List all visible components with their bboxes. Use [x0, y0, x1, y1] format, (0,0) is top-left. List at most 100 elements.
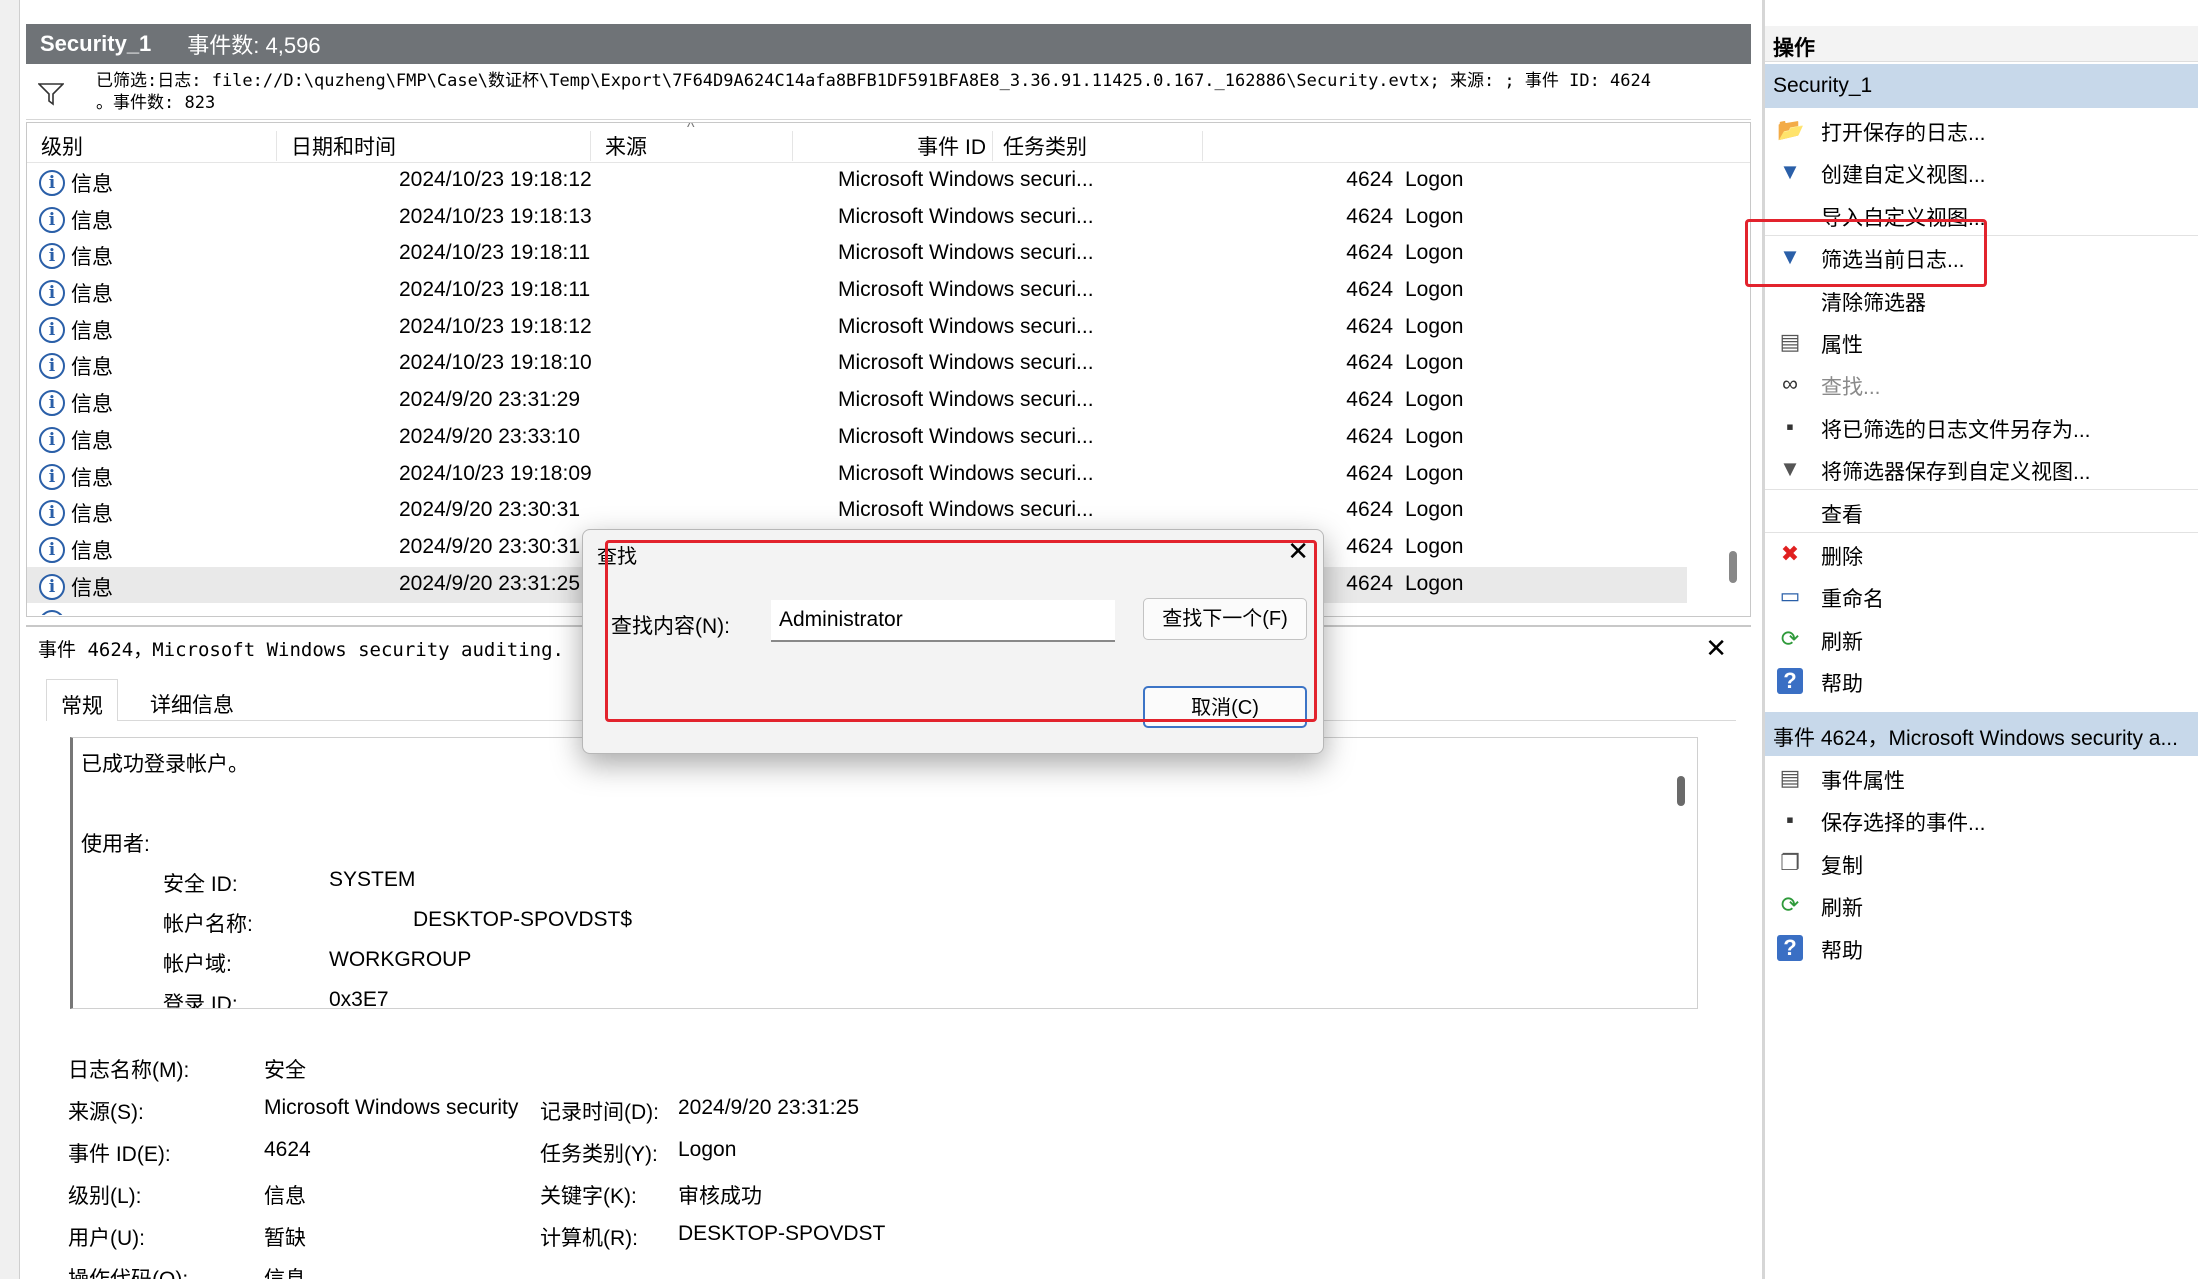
cell-level: 信息 — [71, 319, 113, 343]
action-item[interactable]: ▤ 属性 — [1765, 320, 2198, 362]
actions-section-log[interactable]: Security_1 — [1765, 64, 2198, 108]
action-item[interactable]: ⟳ 刷新 — [1765, 617, 2198, 659]
cell-source: Microsoft Windows securi... — [838, 278, 1094, 302]
cell-level: 信息 — [71, 356, 113, 380]
event-message-box[interactable]: 已成功登录帐户。 使用者: 安全 ID: SYSTEM 帐户名称: DESKTO… — [70, 737, 1698, 1009]
action-label: 帮助 — [1821, 939, 1863, 963]
cell-task: Logon — [1405, 424, 1464, 448]
prop-level: 信息 — [264, 1185, 306, 1208]
prop-opcode-label: 操作代码(O): — [68, 1263, 188, 1279]
open-folder-icon: 📂 — [1777, 117, 1805, 142]
table-row[interactable]: i 信息 2024/10/23 19:18:12 Microsoft Windows … — [27, 310, 1687, 347]
cell-level: 信息 — [71, 429, 113, 453]
action-item[interactable]: ▪ 保存选择的事件... — [1765, 798, 2198, 840]
action-item[interactable]: ? 帮助 — [1765, 926, 2198, 968]
action-item[interactable]: ⟳ 刷新 — [1765, 883, 2198, 925]
message-scrollbar-thumb[interactable] — [1677, 776, 1685, 806]
cell-task: Logon — [1405, 204, 1464, 228]
close-icon[interactable]: ✕ — [1705, 633, 1727, 664]
action-label: 创建自定义视图... — [1821, 164, 1986, 188]
prop-user: 暂缺 — [264, 1227, 306, 1250]
column-task[interactable]: 任务类别 — [993, 131, 1203, 161]
table-row[interactable]: i 信息 2024/10/23 19:18:10 Microsoft Windows … — [27, 346, 1687, 383]
info-icon: i — [39, 170, 65, 196]
grid-scrollbar-thumb[interactable] — [1729, 551, 1737, 583]
action-label: 查找... — [1821, 376, 1881, 400]
cell-task: Logon — [1405, 388, 1464, 412]
tab-details[interactable]: 详细信息 — [136, 679, 248, 721]
table-row[interactable]: i 信息 2024/10/23 19:18:09 Microsoft Windows … — [27, 457, 1687, 494]
table-row[interactable]: i 信息 2024/9/20 23:33:10 Microsoft Windows s… — [27, 420, 1687, 457]
properties-icon: ▤ — [1779, 765, 1801, 790]
cell-datetime: 2024/9/20 23:33:10 — [399, 424, 581, 448]
action-item[interactable]: ? 帮助 — [1765, 659, 2198, 701]
logon-id-value: 0x3E7 — [329, 988, 389, 1009]
action-item[interactable]: ▪ 将已筛选的日志文件另存为... — [1765, 405, 2198, 447]
cell-source: Microsoft Windows securi... — [838, 498, 1094, 522]
info-icon: i — [39, 610, 65, 616]
action-item[interactable]: ▭ 重命名 — [1765, 574, 2198, 616]
cell-level: 信息 — [71, 466, 113, 490]
info-icon: i — [39, 280, 65, 307]
column-event-id[interactable]: 事件 ID — [793, 131, 993, 161]
action-item[interactable]: 查看 — [1765, 490, 2198, 532]
cell-task: Logon — [1405, 461, 1464, 485]
navigation-tree-edge[interactable] — [0, 0, 20, 1279]
action-label: 查看 — [1821, 503, 1863, 527]
cell-datetime: 2024/9/20 23:31:29 — [399, 388, 581, 412]
action-label: 将已筛选的日志文件另存为... — [1821, 418, 2091, 442]
help-icon: ? — [1777, 934, 1803, 961]
refresh-icon: ⟳ — [1780, 625, 1800, 651]
prop-user-label: 用户(U): — [68, 1227, 145, 1250]
prop-task-label: 任务类别(Y): — [540, 1143, 658, 1166]
actions-pane: 操作 Security_1 📂 打开保存的日志... ▼ 创建自定义视图... 导入自定… — [1762, 0, 2198, 1279]
cell-task: Logon — [1405, 241, 1464, 265]
highlight-filter-action — [1745, 219, 1987, 287]
cell-event-id: 4624 — [1346, 424, 1393, 448]
action-label: 重命名 — [1821, 588, 1884, 612]
filter-description: 已筛选:日志: file://D:\quzheng\FMP\Case\数证杯\T… — [96, 71, 1652, 113]
column-level[interactable]: 级别 — [27, 131, 277, 161]
prop-log-name: 安全 — [264, 1059, 306, 1082]
cell-datetime: 2024/10/23 19:18:09 — [399, 461, 592, 485]
info-icon: i — [39, 316, 65, 343]
actions-section-event[interactable]: 事件 4624，Microsoft Windows security a... — [1765, 712, 2198, 756]
table-row[interactable]: i 信息 2024/9/20 23:30:31 Microsoft Windows s… — [27, 493, 1687, 530]
cell-level: 信息 — [71, 246, 113, 270]
cell-source: Microsoft Windows securi... — [838, 461, 1094, 485]
column-datetime[interactable]: 日期和时间 — [277, 131, 591, 161]
table-row[interactable]: i 信息 2024/10/23 19:18:11 Microsoft Windows … — [27, 273, 1687, 310]
cell-event-id: 4624 — [1346, 461, 1393, 485]
cell-event-id: 4624 — [1346, 278, 1393, 302]
action-item[interactable]: ✖ 删除 — [1765, 532, 2198, 574]
table-row[interactable]: i 信息 2024/10/23 19:18:11 Microsoft Windows … — [27, 236, 1687, 273]
delete-icon: ✖ — [1780, 541, 1800, 566]
info-icon: i — [39, 426, 65, 453]
info-icon: i — [39, 243, 65, 270]
cell-task: Logon — [1405, 278, 1464, 302]
prop-level-label: 级别(L): — [68, 1185, 142, 1208]
action-item[interactable]: 📂 打开保存的日志... — [1765, 108, 2198, 150]
prop-source-label: 来源(S): — [68, 1101, 144, 1124]
filter-info-bar: 已筛选:日志: file://D:\quzheng\FMP\Case\数证杯\T… — [26, 66, 1751, 120]
table-row[interactable]: i 信息 2024/9/20 23:31:29 Microsoft Windows s… — [27, 383, 1687, 420]
prop-computer: DESKTOP-SPOVDST — [678, 1222, 886, 1245]
action-item[interactable]: ▼ 将筛选器保存到自定义视图... — [1765, 447, 2198, 489]
detail-title: 事件 4624，Microsoft Windows security audit… — [38, 639, 564, 661]
prop-log-name-label: 日志名称(M): — [68, 1059, 190, 1082]
message-subject: 使用者: — [81, 833, 150, 856]
info-icon: i — [39, 500, 65, 527]
action-label: 打开保存的日志... — [1821, 122, 1986, 145]
action-item[interactable]: ❐ 复制 — [1765, 841, 2198, 883]
table-row[interactable]: i 信息 2024/10/23 19:18:13 Microsoft Windows … — [27, 200, 1687, 237]
table-row[interactable]: i 信息 2024/10/23 19:18:12 Microsoft Windows … — [27, 163, 1687, 200]
prop-source: Microsoft Windows security — [264, 1096, 519, 1119]
cell-event-id: 4624 — [1346, 168, 1393, 191]
action-item[interactable]: ▼ 创建自定义视图... — [1765, 150, 2198, 192]
cell-datetime: 2024/10/23 19:18:12 — [399, 168, 592, 191]
action-item[interactable]: ∞ 查找... — [1765, 362, 2198, 404]
cell-event-id: 4624 — [1346, 241, 1393, 265]
action-item[interactable]: ▤ 事件属性 — [1765, 756, 2198, 798]
cell-level: 信息 — [71, 209, 113, 233]
tab-general[interactable]: 常规 — [46, 679, 118, 721]
